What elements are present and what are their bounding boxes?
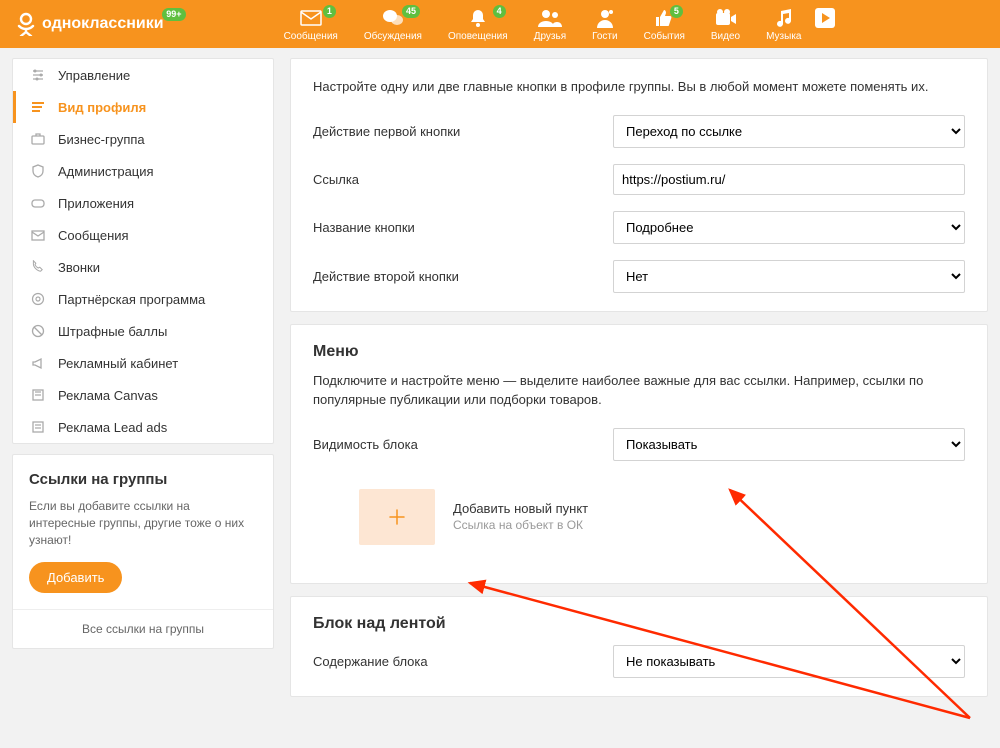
field-label-action1: Действие первой кнопки bbox=[313, 124, 613, 139]
music-icon bbox=[772, 7, 796, 29]
sidebar-item-admin[interactable]: Администрация bbox=[13, 155, 273, 187]
sidebar-item-leadads[interactable]: Реклама Lead ads bbox=[13, 411, 273, 443]
select-action2[interactable]: Нет bbox=[613, 260, 965, 293]
sidebar-item-profile-view[interactable]: Вид профиля bbox=[13, 91, 273, 123]
nav-play[interactable] bbox=[813, 7, 837, 29]
ok-logo-icon bbox=[16, 12, 36, 36]
envelope-icon bbox=[299, 7, 323, 29]
sidebar-item-label: Партнёрская программа bbox=[58, 292, 205, 307]
ban-icon bbox=[30, 323, 46, 339]
sidebar-item-ads-cabinet[interactable]: Рекламный кабинет bbox=[13, 347, 273, 379]
sidebar-item-label: Приложения bbox=[58, 196, 134, 211]
sidebar-item-business[interactable]: Бизнес-группа bbox=[13, 123, 273, 155]
buttons-section-desc: Настройте одну или две главные кнопки в … bbox=[313, 77, 965, 97]
sidebar-item-label: Звонки bbox=[58, 260, 100, 275]
header-nav: 1 Сообщения 45 Обсуждения 4 Оповещения Д… bbox=[284, 7, 838, 42]
list-icon bbox=[30, 99, 46, 115]
form-icon bbox=[30, 419, 46, 435]
feed-block-section: Блок над лентой Содержание блока Не пока… bbox=[290, 596, 988, 697]
sidebar-item-messages[interactable]: Сообщения bbox=[13, 219, 273, 251]
select-feed-content[interactable]: Не показывать bbox=[613, 645, 965, 678]
video-icon bbox=[714, 7, 738, 29]
input-link[interactable] bbox=[613, 164, 965, 195]
sidebar-item-label: Реклама Canvas bbox=[58, 388, 158, 403]
nav-events[interactable]: 5 События bbox=[644, 7, 685, 42]
buttons-section: Настройте одну или две главные кнопки в … bbox=[290, 58, 988, 312]
sidebar-item-management[interactable]: Управление bbox=[13, 59, 273, 91]
briefcase-icon bbox=[30, 131, 46, 147]
mail-icon bbox=[30, 227, 46, 243]
top-header: одноклассники 99+ 1 Сообщения 45 Обсужде… bbox=[0, 0, 1000, 48]
gamepad-icon bbox=[30, 195, 46, 211]
megaphone-icon bbox=[30, 355, 46, 371]
field-label-feed-content: Содержание блока bbox=[313, 654, 613, 669]
field-label-visibility: Видимость блока bbox=[313, 437, 613, 452]
add-menu-item-title: Добавить новый пункт bbox=[453, 501, 588, 516]
sidebar-item-label: Администрация bbox=[58, 164, 154, 179]
sidebar-item-penalty[interactable]: Штрафные баллы bbox=[13, 315, 273, 347]
nav-video[interactable]: Видео bbox=[711, 7, 740, 42]
sidebar-item-canvas[interactable]: Реклама Canvas bbox=[13, 379, 273, 411]
settings-sidebar: Управление Вид профиля Бизнес-группа Адм… bbox=[12, 58, 274, 444]
people-icon bbox=[538, 7, 562, 29]
links-box-desc: Если вы добавите ссылки на интересные гр… bbox=[29, 498, 257, 548]
brand-text: одноклассники bbox=[42, 15, 164, 33]
phone-icon bbox=[30, 259, 46, 275]
shield-icon bbox=[30, 163, 46, 179]
sliders-icon bbox=[30, 67, 46, 83]
sidebar-item-apps[interactable]: Приложения bbox=[13, 187, 273, 219]
guest-icon bbox=[593, 7, 617, 29]
field-label-link: Ссылка bbox=[313, 172, 613, 187]
brand-badge: 99+ bbox=[162, 8, 185, 21]
nav-messages[interactable]: 1 Сообщения bbox=[284, 7, 338, 42]
nav-discussions[interactable]: 45 Обсуждения bbox=[364, 7, 422, 42]
sidebar-item-label: Вид профиля bbox=[58, 100, 146, 115]
select-button-name[interactable]: Подробнее bbox=[613, 211, 965, 244]
nav-notifications[interactable]: 4 Оповещения bbox=[448, 7, 508, 42]
all-links-link[interactable]: Все ссылки на группы bbox=[13, 609, 273, 648]
add-menu-item-row: Добавить новый пункт Ссылка на объект в … bbox=[313, 479, 965, 565]
canvas-icon bbox=[30, 387, 46, 403]
feed-section-title: Блок над лентой bbox=[313, 615, 965, 633]
sidebar-item-partner[interactable]: Партнёрская программа bbox=[13, 283, 273, 315]
links-promo-box: Ссылки на группы Если вы добавите ссылки… bbox=[12, 454, 274, 649]
select-action1[interactable]: Переход по ссылке bbox=[613, 115, 965, 148]
field-label-action2: Действие второй кнопки bbox=[313, 269, 613, 284]
sidebar-item-label: Управление bbox=[58, 68, 130, 83]
nav-friends[interactable]: Друзья bbox=[534, 7, 566, 42]
select-visibility[interactable]: Показывать bbox=[613, 428, 965, 461]
menu-section: Меню Подключите и настройте меню — выдел… bbox=[290, 324, 988, 584]
brand-logo[interactable]: одноклассники 99+ bbox=[16, 12, 164, 36]
nav-music[interactable]: Музыка bbox=[766, 7, 801, 42]
menu-section-title: Меню bbox=[313, 343, 965, 361]
sidebar-item-label: Реклама Lead ads bbox=[58, 420, 167, 435]
sidebar-item-label: Бизнес-группа bbox=[58, 132, 145, 147]
bell-icon bbox=[466, 7, 490, 29]
add-menu-item-tile[interactable] bbox=[359, 489, 435, 545]
sidebar-item-label: Штрафные баллы bbox=[58, 324, 167, 339]
add-menu-item-subtitle: Ссылка на объект в ОК bbox=[453, 518, 588, 532]
add-link-button[interactable]: Добавить bbox=[29, 562, 122, 593]
nav-guests[interactable]: Гости bbox=[592, 7, 617, 42]
at-icon bbox=[30, 291, 46, 307]
links-box-title: Ссылки на группы bbox=[29, 471, 257, 488]
field-label-button-name: Название кнопки bbox=[313, 220, 613, 235]
sidebar-item-label: Рекламный кабинет bbox=[58, 356, 178, 371]
sidebar-item-calls[interactable]: Звонки bbox=[13, 251, 273, 283]
plus-icon bbox=[387, 507, 407, 527]
play-icon bbox=[813, 7, 837, 29]
sidebar-item-label: Сообщения bbox=[58, 228, 129, 243]
menu-section-desc: Подключите и настройте меню — выделите н… bbox=[313, 371, 965, 410]
